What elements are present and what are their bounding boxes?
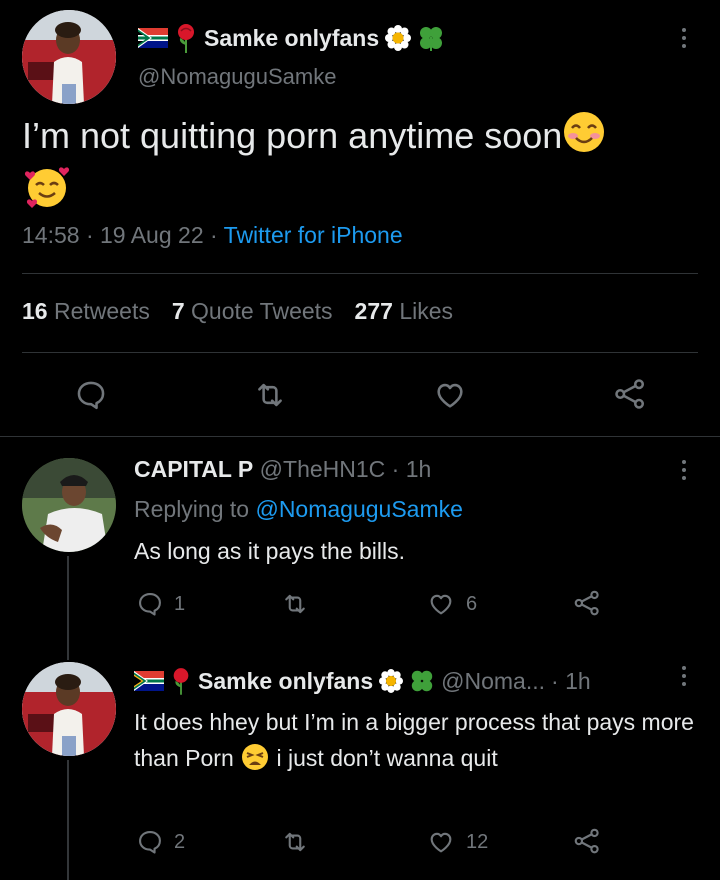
- replying-to: Replying to @NomaguguSamke: [134, 496, 463, 523]
- divider: [22, 273, 698, 274]
- reply-action[interactable]: 2: [136, 828, 185, 856]
- separator: ·: [210, 222, 218, 248]
- avatar[interactable]: [22, 458, 116, 552]
- like-count: 12: [466, 830, 489, 853]
- thread-line: [67, 556, 69, 660]
- tweet-text: I’m not quitting porn anytime soon: [22, 110, 702, 211]
- more-icon[interactable]: [682, 28, 688, 52]
- handle[interactable]: @NomaguguSamke: [138, 64, 336, 90]
- display-name[interactable]: Samke onlyfans: [204, 25, 379, 52]
- share-icon[interactable]: [572, 826, 602, 856]
- smiling-blush-icon: [564, 112, 605, 152]
- rose-icon: [178, 24, 194, 53]
- share-icon[interactable]: [612, 376, 648, 412]
- reply-text-part: i just don’t wanna quit: [276, 745, 498, 771]
- reply-time[interactable]: · 1h: [551, 668, 591, 695]
- like-action[interactable]: 12: [426, 828, 488, 856]
- quote-tweets-stat[interactable]: 7 Quote Tweets: [172, 298, 333, 325]
- flower-icon: [385, 25, 412, 51]
- like-icon[interactable]: [426, 590, 456, 618]
- rose-icon: [173, 668, 189, 695]
- like-icon[interactable]: [432, 378, 468, 412]
- south-africa-flag-icon: [134, 671, 164, 691]
- clover-icon: [411, 670, 433, 692]
- weary-face-icon: [242, 744, 269, 770]
- replying-handle[interactable]: @NomaguguSamke: [255, 496, 462, 522]
- smiling-hearts-icon: [24, 167, 70, 209]
- display-name[interactable]: Samke onlyfans: [198, 668, 373, 695]
- name-row: Samke onlyfans: [138, 22, 445, 54]
- reply-text: As long as it pays the bills.: [134, 538, 406, 564]
- retweet-action[interactable]: [280, 828, 310, 856]
- reply-icon[interactable]: [136, 590, 164, 618]
- reply-header: CAPITAL P @TheHN1C · 1h: [134, 456, 431, 483]
- divider: [0, 436, 720, 437]
- tweet-time[interactable]: 14:58: [22, 222, 80, 248]
- tweet-text-content: I’m not quitting porn anytime soon: [22, 115, 563, 156]
- avatar[interactable]: [22, 10, 116, 104]
- reply-count: 2: [174, 830, 186, 853]
- like-count: 6: [466, 592, 478, 615]
- tweet-stats: 16 Retweets 7 Quote Tweets 277 Likes: [22, 298, 453, 325]
- avatar[interactable]: [22, 662, 116, 756]
- reply-text: It does hhey but I’m in a bigger process…: [134, 704, 694, 776]
- reply-action[interactable]: 1: [136, 590, 185, 618]
- like-action[interactable]: 6: [426, 590, 477, 618]
- handle[interactable]: @Noma...: [441, 668, 545, 695]
- reply-icon[interactable]: [74, 378, 108, 412]
- retweet-action[interactable]: [280, 590, 310, 618]
- reply-header: Samke onlyfans @Noma... · 1h: [134, 664, 591, 698]
- reply-count: 1: [174, 592, 186, 615]
- retweet-icon[interactable]: [252, 378, 288, 412]
- divider: [22, 352, 698, 353]
- handle[interactable]: @TheHN1C: [260, 456, 386, 482]
- more-icon[interactable]: [682, 666, 688, 690]
- more-icon[interactable]: [682, 460, 688, 484]
- clover-icon: [420, 27, 443, 51]
- reply-time[interactable]: · 1h: [392, 456, 432, 482]
- tweet-source[interactable]: Twitter for iPhone: [224, 222, 403, 248]
- retweets-stat[interactable]: 16 Retweets: [22, 298, 150, 325]
- flower-icon: [379, 669, 404, 693]
- separator: ·: [85, 222, 94, 248]
- like-icon[interactable]: [426, 828, 456, 856]
- south-africa-flag-icon: [138, 28, 168, 48]
- display-name[interactable]: CAPITAL P: [134, 456, 253, 482]
- share-icon[interactable]: [572, 588, 602, 618]
- retweet-icon[interactable]: [280, 590, 310, 618]
- likes-stat[interactable]: 277 Likes: [355, 298, 453, 325]
- thread-line: [67, 760, 69, 880]
- retweet-icon[interactable]: [280, 828, 310, 856]
- replying-prefix: Replying to: [134, 496, 250, 522]
- timestamp-row: 14:58 · 19 Aug 22 · Twitter for iPhone: [22, 222, 403, 249]
- reply-icon[interactable]: [136, 828, 164, 856]
- tweet-date[interactable]: 19 Aug 22: [100, 222, 204, 248]
